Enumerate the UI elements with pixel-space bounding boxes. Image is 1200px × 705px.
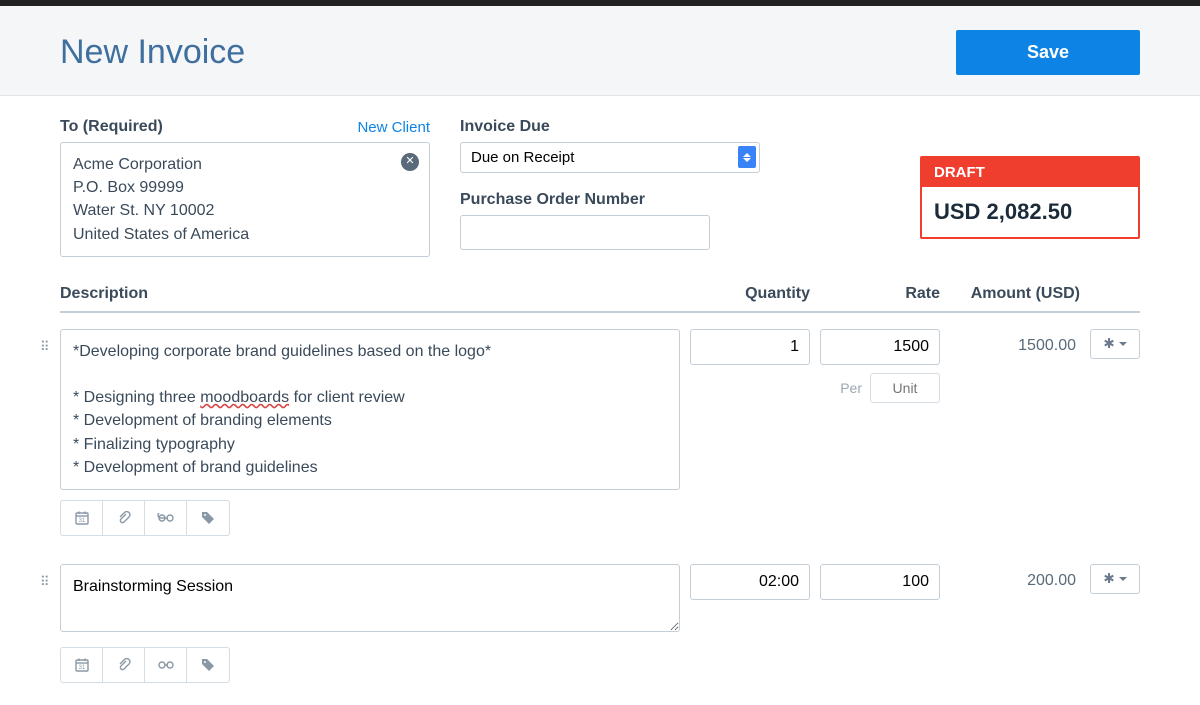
calendar-icon[interactable]: 31 [61,648,103,682]
invoice-meta-row: To (Required) New Client Acme Corporatio… [60,118,1140,257]
tag-icon[interactable] [187,501,229,535]
line-amount: 200.00 [940,564,1080,590]
client-label: To (Required) [60,118,163,136]
chevron-down-icon [1119,577,1127,581]
line-quantity-input[interactable] [690,329,810,365]
client-country: United States of America [73,223,417,246]
po-input[interactable] [460,215,710,250]
col-header-rate: Rate [810,285,940,303]
client-address-2: Water St. NY 10002 [73,199,417,222]
status-badge: DRAFT [922,158,1138,187]
client-label-row: To (Required) New Client [60,118,430,136]
line-rate-input[interactable] [820,564,940,600]
gear-icon: ✱ [1103,336,1114,352]
line-item-row: ⠿ 31 200.00 ✱ [60,564,1140,683]
line-actions-button[interactable]: ✱ [1090,329,1140,359]
col-header-quantity: Quantity [680,285,810,303]
chevron-down-icon [1119,342,1127,346]
tag-icon[interactable] [187,648,229,682]
total-box: DRAFT USD 2,082.50 [920,156,1140,239]
client-name: Acme Corporation [73,153,417,176]
gear-icon: ✱ [1103,571,1114,587]
link-icon[interactable] [145,501,187,535]
page-header: New Invoice Save [0,6,1200,96]
line-description-input[interactable] [60,564,680,632]
invoice-total: USD 2,082.50 [922,187,1138,237]
line-items-header: Description Quantity Rate Amount (USD) [60,285,1140,313]
line-quantity-input[interactable] [690,564,810,600]
new-client-link[interactable]: New Client [357,119,430,136]
invoice-due-select[interactable] [460,142,760,173]
invoice-fields-block: Invoice Due Purchase Order Number [460,118,890,250]
page-title: New Invoice [60,33,245,72]
attachment-icon[interactable] [103,648,145,682]
client-block: To (Required) New Client Acme Corporatio… [60,118,430,257]
col-header-amount: Amount (USD) [940,285,1080,303]
line-actions-button[interactable]: ✱ [1090,564,1140,594]
svg-text:31: 31 [78,665,85,671]
drag-handle-icon[interactable]: ⠿ [40,574,52,590]
line-amount: 1500.00 [940,329,1080,355]
svg-text:31: 31 [78,518,85,524]
line-icon-bar: 31 [60,500,230,536]
link-icon[interactable] [145,648,187,682]
col-header-description: Description [60,285,680,303]
drag-handle-icon[interactable]: ⠿ [40,339,52,355]
total-block: DRAFT USD 2,082.50 [920,118,1140,239]
calendar-icon[interactable]: 31 [61,501,103,535]
line-description-input[interactable]: *Developing corporate brand guidelines b… [60,329,680,490]
unit-input[interactable] [870,373,940,403]
line-icon-bar: 31 [60,647,230,683]
line-item-row: ⠿ *Developing corporate brand guidelines… [60,329,1140,536]
po-label: Purchase Order Number [460,191,890,209]
client-address-1: P.O. Box 99999 [73,176,417,199]
per-label: Per [840,380,862,396]
client-card[interactable]: Acme Corporation P.O. Box 99999 Water St… [60,142,430,257]
per-unit-row: Per [810,373,940,403]
save-button[interactable]: Save [956,30,1140,75]
invoice-due-select-wrap [460,142,760,173]
content-area: To (Required) New Client Acme Corporatio… [0,96,1200,705]
attachment-icon[interactable] [103,501,145,535]
clear-client-icon[interactable]: ✕ [401,153,419,171]
invoice-due-label: Invoice Due [460,118,890,136]
line-rate-input[interactable] [820,329,940,365]
